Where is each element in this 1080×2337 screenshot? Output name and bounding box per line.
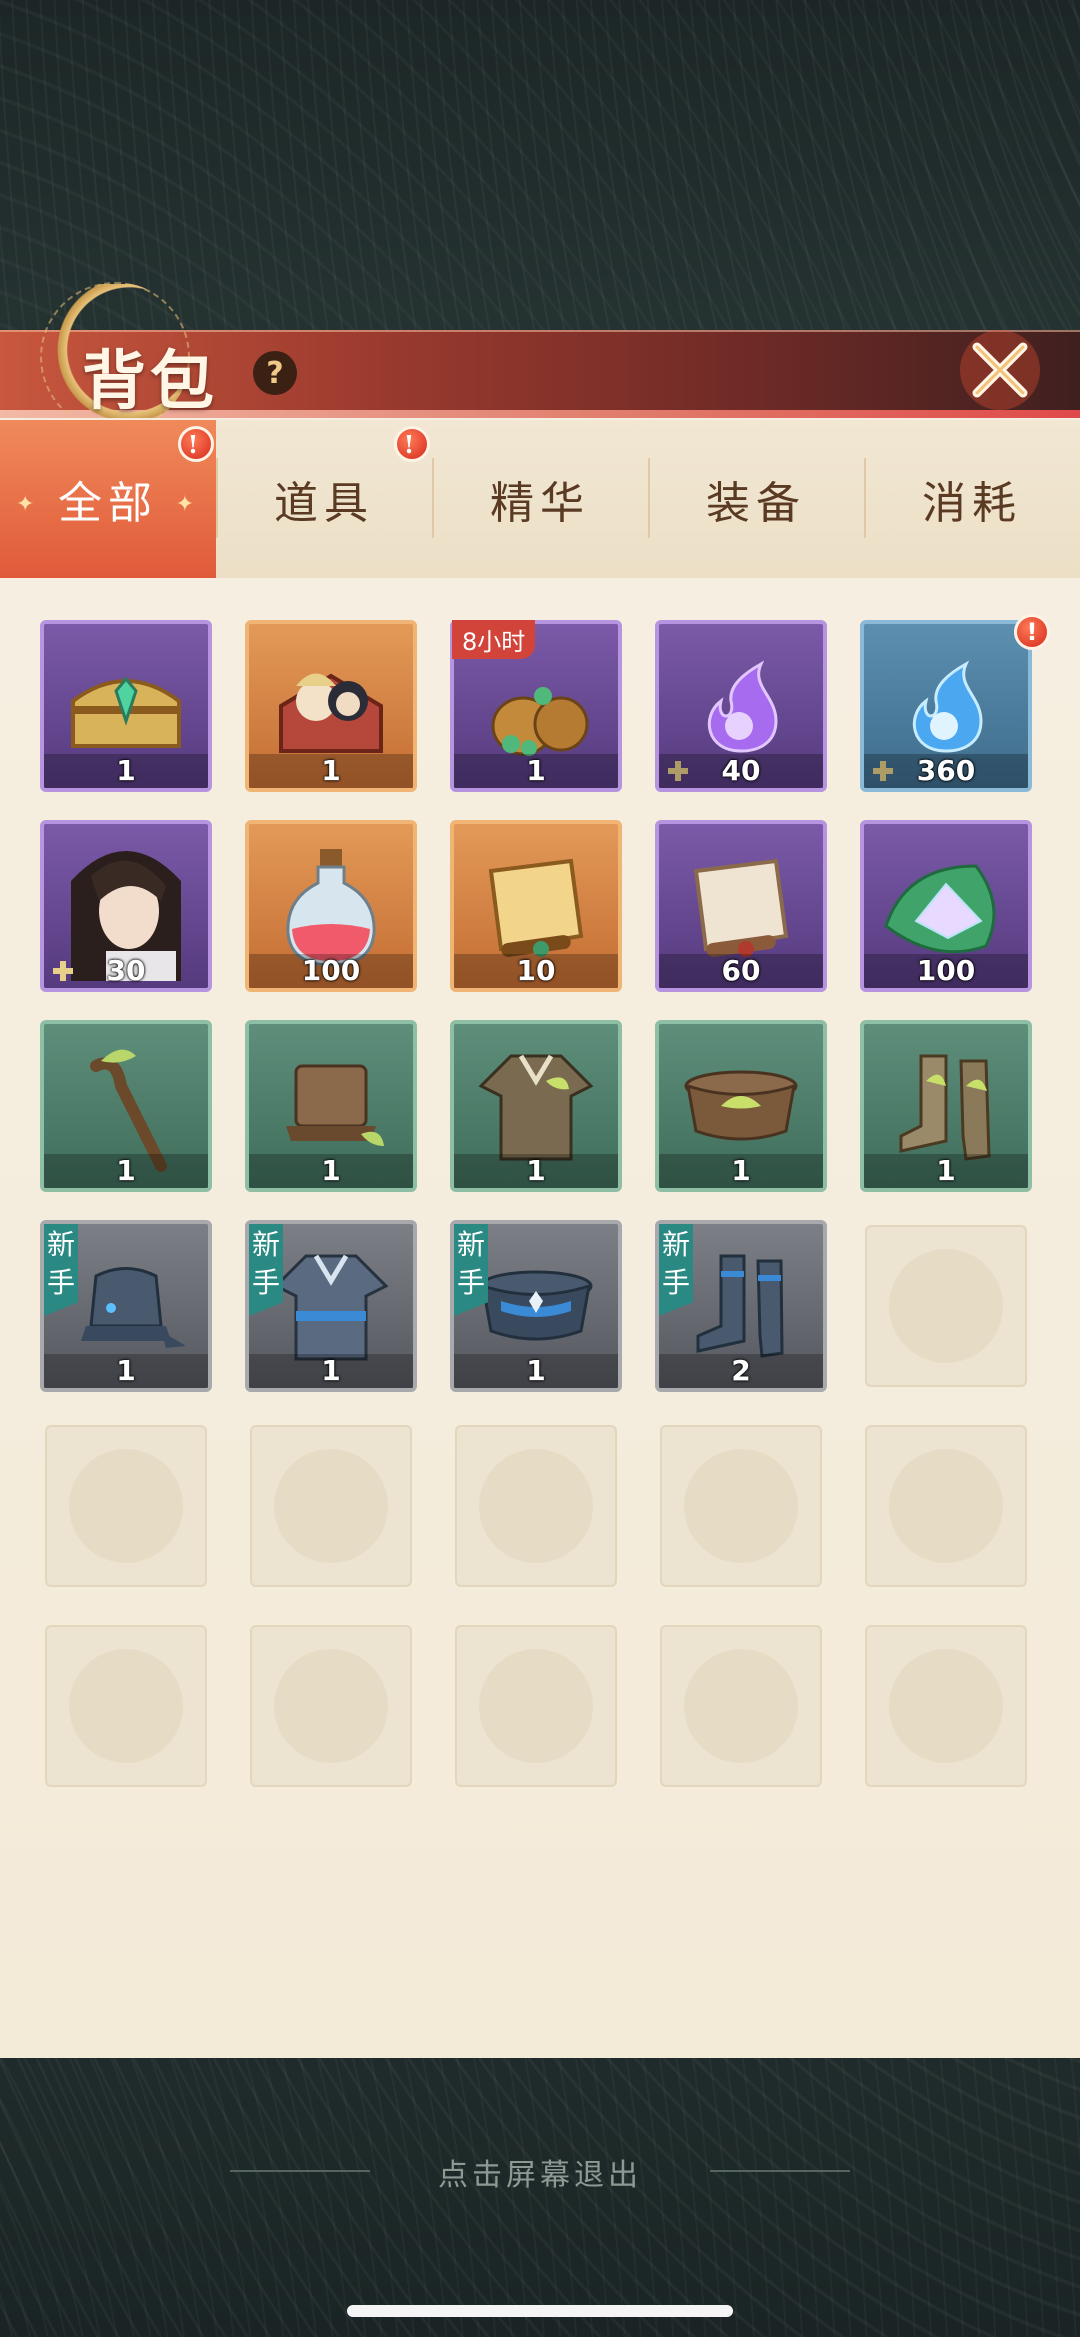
novice-tag: 新手: [659, 1224, 693, 1316]
empty-slot: [865, 1225, 1027, 1387]
item-slot[interactable]: 1: [245, 620, 417, 792]
item-count: 10: [516, 954, 556, 987]
item-slot[interactable]: 1: [655, 1020, 827, 1192]
empty-slot: [45, 1625, 207, 1787]
novice-tag: 新手: [454, 1224, 488, 1316]
item-count: 30: [106, 954, 146, 987]
alert-badge: !: [178, 426, 214, 462]
empty-slot: [250, 1425, 412, 1587]
empty-slot: [660, 1625, 822, 1787]
item-count: 360: [916, 754, 976, 787]
empty-slot: [250, 1625, 412, 1787]
novice-tag: 新手: [249, 1224, 283, 1316]
help-button[interactable]: ?: [253, 351, 297, 395]
exit-hint[interactable]: 点击屏幕退出: [0, 2150, 1080, 2194]
tab-essence[interactable]: 精华: [432, 420, 648, 578]
item-count: 1: [526, 1354, 546, 1387]
item-count: 1: [116, 754, 136, 787]
item-slot[interactable]: ! 360: [860, 614, 1050, 792]
item-slot[interactable]: 新手 1: [450, 1220, 622, 1392]
tab-equipment[interactable]: 装备: [648, 420, 864, 578]
item-slot[interactable]: 100: [860, 820, 1032, 992]
empty-slot: [865, 1625, 1027, 1787]
item-count: 1: [116, 1154, 136, 1187]
flower-icon: ✦: [175, 492, 200, 517]
item-slot[interactable]: 1: [860, 1020, 1032, 1192]
tab-consumables[interactable]: 消耗: [864, 420, 1080, 578]
item-slot[interactable]: 100: [245, 820, 417, 992]
item-count: 1: [731, 1154, 751, 1187]
page-title: 背包: [82, 344, 218, 419]
flower-icon: ✦: [16, 492, 41, 517]
tab-all[interactable]: ✦ 全部 ✦ !: [0, 420, 216, 578]
item-count: 1: [526, 754, 546, 787]
empty-slot: [660, 1425, 822, 1587]
empty-slot: [455, 1425, 617, 1587]
tab-label: 装备: [706, 478, 806, 529]
inventory-grid: 1 1 8小时 1 40 ! 360 30 100 10 60 100 1 1 …: [40, 614, 1050, 1792]
item-count: 60: [721, 954, 761, 987]
timer-badge: 8小时: [452, 620, 536, 659]
tab-props[interactable]: 道具 !: [216, 420, 432, 578]
item-count: 1: [321, 1354, 341, 1387]
empty-slot: [865, 1425, 1027, 1587]
item-count: 2: [731, 1354, 751, 1387]
close-button[interactable]: [945, 320, 1055, 420]
item-slot[interactable]: 30: [40, 820, 212, 992]
item-count: 100: [301, 954, 361, 987]
empty-slot: [455, 1625, 617, 1787]
item-slot[interactable]: 1: [245, 1020, 417, 1192]
item-count: 1: [321, 1154, 341, 1187]
item-count: 1: [116, 1354, 136, 1387]
item-slot[interactable]: 1: [450, 1020, 622, 1192]
tab-label: 全部: [58, 478, 158, 529]
item-count: 100: [916, 954, 976, 987]
item-slot[interactable]: 1: [40, 620, 212, 792]
tab-label: 精华: [490, 478, 590, 529]
category-tabs: ✦ 全部 ✦ ! 道具 ! 精华 装备 消耗: [0, 420, 1080, 578]
tab-label: 道具: [274, 478, 374, 529]
item-slot[interactable]: 新手 1: [245, 1220, 417, 1392]
item-count: 1: [936, 1154, 956, 1187]
alert-badge: !: [394, 426, 430, 462]
item-slot[interactable]: 60: [655, 820, 827, 992]
item-count: 1: [526, 1154, 546, 1187]
home-indicator[interactable]: [347, 2305, 733, 2317]
novice-tag: 新手: [44, 1224, 78, 1316]
item-slot[interactable]: 新手 2: [655, 1220, 827, 1392]
tab-label: 消耗: [922, 478, 1022, 529]
close-x-icon: [960, 330, 1040, 410]
empty-slot: [45, 1425, 207, 1587]
alert-badge: !: [1014, 614, 1050, 650]
item-slot[interactable]: 1: [40, 1020, 212, 1192]
item-slot[interactable]: 8小时 1: [450, 620, 622, 792]
item-count: 40: [721, 754, 761, 787]
item-slot[interactable]: 新手 1: [40, 1220, 212, 1392]
item-slot[interactable]: 40: [655, 620, 827, 792]
item-count: 1: [321, 754, 341, 787]
item-slot[interactable]: 10: [450, 820, 622, 992]
